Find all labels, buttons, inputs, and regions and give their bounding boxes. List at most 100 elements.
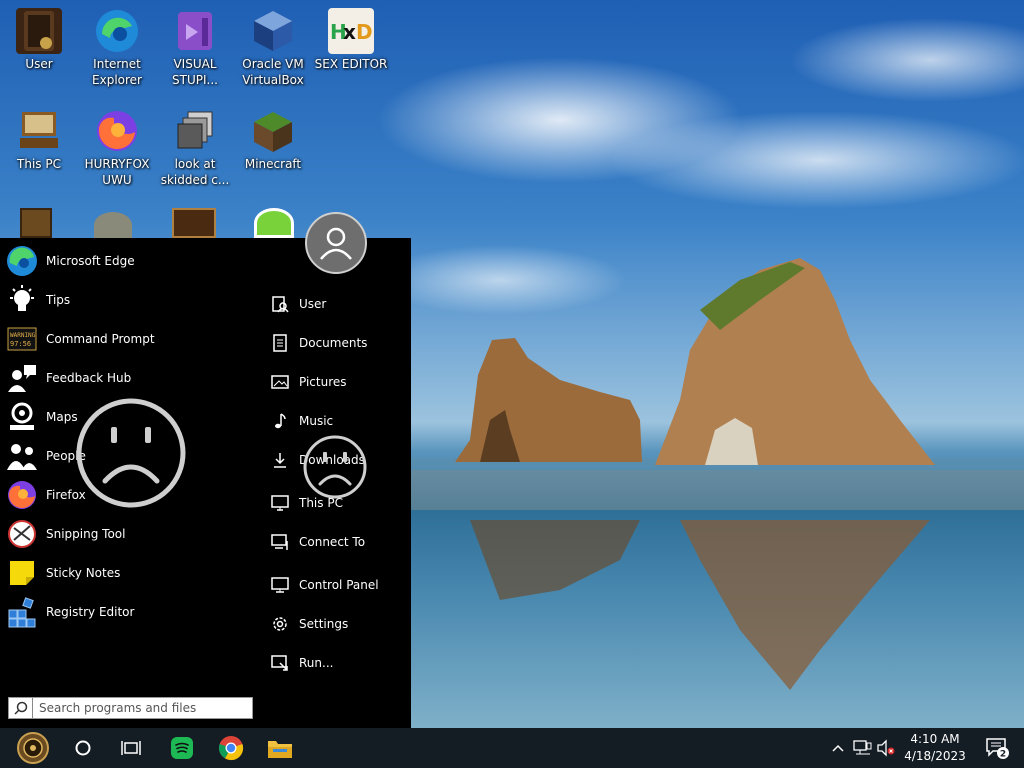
desktop-icon-internet-explorer[interactable]: Internet Explorer — [78, 8, 156, 88]
people-icon — [6, 440, 38, 472]
desktop-icon-oracle-vm-virtualbox[interactable]: Oracle VM VirtualBox — [234, 8, 312, 88]
start-app-snipping-tool[interactable]: Snipping Tool — [6, 516, 246, 552]
clock-date: 4/18/2023 — [904, 749, 966, 763]
desktop-icon-label: Minecraft — [244, 157, 302, 171]
visual-studio-icon — [172, 8, 218, 54]
desktop-icon-label: Oracle VM VirtualBox — [242, 57, 304, 87]
start-place-connect-to[interactable]: Connect To — [270, 527, 400, 557]
desktop-icon-this-pc[interactable]: This PC — [0, 108, 78, 172]
desktop-icon-label: Internet Explorer — [92, 57, 142, 87]
file-explorer-taskbar-button[interactable] — [262, 728, 298, 768]
sad-face-large-icon — [76, 398, 186, 508]
app-label: Tips — [46, 293, 71, 307]
desktop-icon-sex-editor[interactable]: HxD SEX EDITOR — [312, 8, 390, 72]
chrome-taskbar-button[interactable] — [212, 728, 250, 768]
taskbar: 4:10 AM 4/18/2023 2 — [0, 728, 1024, 768]
edge-icon — [6, 245, 38, 277]
app-label: Feedback Hub — [46, 371, 132, 385]
desktop-icon-label: This PC — [17, 157, 61, 171]
app-label: Sticky Notes — [46, 566, 121, 580]
place-label: User — [299, 297, 327, 311]
maps-icon — [6, 401, 38, 433]
app-label: Registry Editor — [46, 605, 135, 619]
cmd-time-text: 97:56 — [10, 340, 31, 348]
start-place-run[interactable]: Run... — [270, 648, 400, 678]
start-app-feedback-hub[interactable]: Feedback Hub — [6, 360, 246, 396]
download-icon — [270, 450, 290, 470]
minecraft-icon — [250, 108, 296, 154]
snipping-tool-icon — [6, 518, 38, 550]
edge-icon — [94, 8, 140, 54]
start-place-user[interactable]: User — [270, 289, 400, 319]
firefox-icon — [94, 108, 140, 154]
place-label: Documents — [299, 336, 368, 350]
desktop-icon-label: VISUAL STUPI... — [172, 57, 218, 87]
start-orb-icon — [17, 732, 49, 764]
start-app-tips[interactable]: Tips — [6, 282, 246, 318]
app-label: Command Prompt — [46, 332, 155, 346]
desktop-icon-label: User — [25, 57, 53, 71]
cmd-warning-text: WARNING — [10, 332, 36, 339]
chevron-up-icon — [832, 744, 844, 752]
place-label: Pictures — [299, 375, 347, 389]
control-panel-icon — [270, 575, 290, 595]
speaker-muted-icon — [877, 739, 895, 757]
desktop-icon-look-at-skidded[interactable]: look at skidded c... — [156, 108, 234, 188]
user-avatar[interactable] — [305, 212, 367, 274]
cortana-button[interactable] — [66, 728, 100, 768]
user-icon — [16, 8, 62, 54]
start-place-pictures[interactable]: Pictures — [270, 367, 400, 397]
spotify-taskbar-button[interactable] — [164, 728, 200, 768]
computer-icon — [270, 493, 290, 513]
desktop-icon-hurryfox-uwu[interactable]: HURRYFOX UWU — [78, 108, 156, 188]
place-label: Music — [299, 414, 334, 428]
document-icon — [270, 333, 290, 353]
start-button[interactable] — [8, 728, 58, 768]
run-icon — [270, 653, 290, 673]
start-app-sticky-notes[interactable]: Sticky Notes — [6, 555, 246, 591]
volume-tray-button[interactable] — [874, 728, 898, 768]
command-prompt-icon: WARNING 97:56 — [6, 323, 38, 355]
network-tray-button[interactable] — [850, 728, 874, 768]
start-place-documents[interactable]: Documents — [270, 328, 400, 358]
action-center-button[interactable]: 2 — [980, 728, 1014, 768]
show-hidden-icons-button[interactable] — [828, 728, 848, 768]
start-app-microsoft-edge[interactable]: Microsoft Edge — [6, 243, 246, 279]
place-label: Run... — [299, 656, 334, 670]
start-app-registry-editor[interactable]: Registry Editor — [6, 594, 246, 630]
app-label: Microsoft Edge — [46, 254, 135, 268]
task-view-button[interactable] — [112, 728, 150, 768]
connect-icon — [270, 532, 290, 552]
place-label: Control Panel — [299, 578, 379, 592]
desktop-icon-partial-book[interactable] — [20, 208, 52, 238]
desktop-icon-visual-stupio[interactable]: VISUAL STUPI... — [156, 8, 234, 88]
svg-text:x: x — [343, 20, 356, 44]
start-search-box[interactable] — [8, 697, 253, 719]
chrome-icon — [218, 736, 244, 761]
virtualbox-icon — [250, 8, 296, 54]
spotify-icon — [171, 737, 193, 759]
task-view-icon — [121, 741, 141, 755]
feedback-hub-icon — [6, 362, 38, 394]
desktop-icon-partial-gimp[interactable] — [94, 212, 132, 238]
desktop-icon-partial-clock[interactable] — [172, 208, 216, 238]
start-app-command-prompt[interactable]: WARNING 97:56 Command Prompt — [6, 321, 246, 357]
start-place-settings[interactable]: Settings — [270, 609, 400, 639]
start-place-control-panel[interactable]: Control Panel — [270, 570, 400, 600]
desktop-icon-minecraft[interactable]: Minecraft — [234, 108, 312, 172]
lightbulb-icon — [6, 284, 38, 316]
clock-time: 4:10 AM — [910, 732, 960, 746]
desktop-icon-partial-lime[interactable] — [254, 208, 294, 238]
folder-icon — [268, 741, 292, 758]
notification-icon: 2 — [986, 738, 1009, 760]
desktop-icon-user[interactable]: User — [0, 8, 78, 72]
desktop-icon-label: look at skidded c... — [160, 157, 230, 187]
computer-icon — [16, 108, 62, 154]
taskbar-clock[interactable]: 4:10 AM 4/18/2023 — [896, 731, 974, 765]
search-input[interactable] — [39, 699, 249, 717]
start-place-music[interactable]: Music — [270, 406, 400, 436]
place-label: Settings — [299, 617, 349, 631]
stacked-windows-icon — [172, 108, 218, 154]
hex-editor-icon: HxD — [328, 8, 374, 54]
app-label: Snipping Tool — [46, 527, 126, 541]
